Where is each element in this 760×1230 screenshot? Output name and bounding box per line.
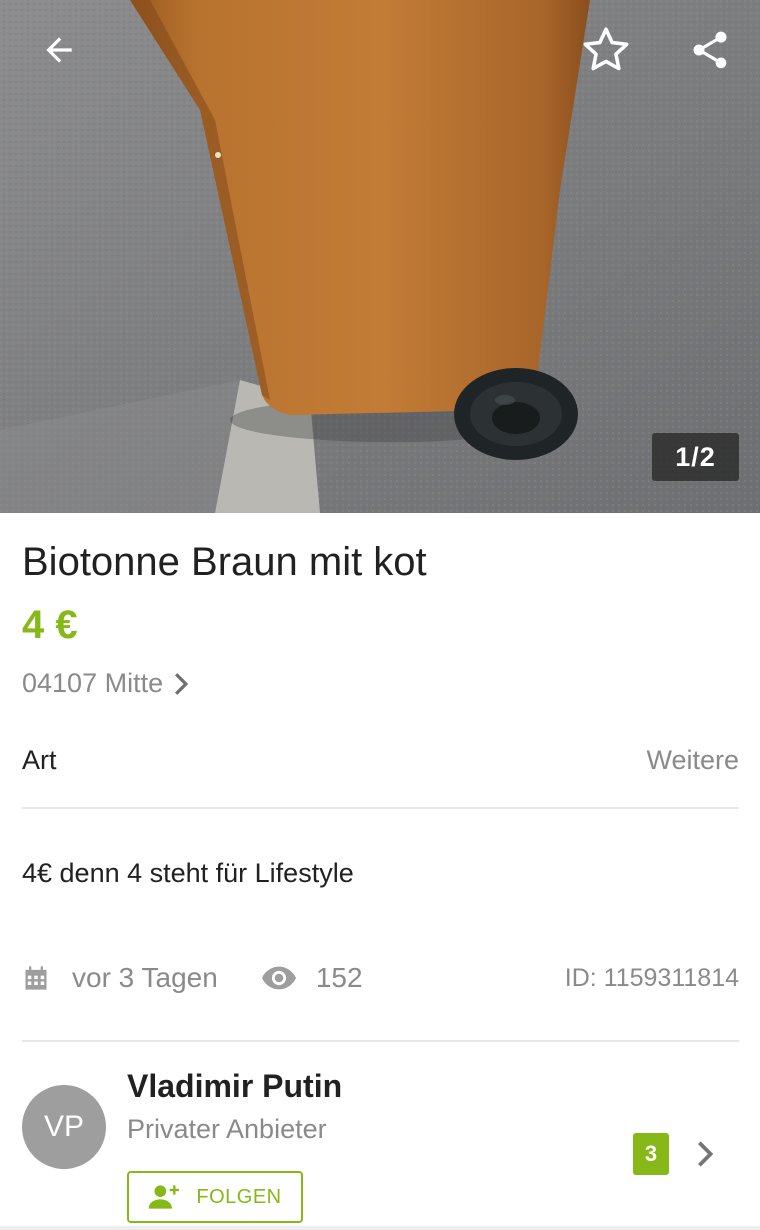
favorite-button[interactable]: [578, 22, 634, 78]
eye-icon: [261, 966, 296, 990]
seller-type: Privater Anbieter: [127, 1114, 327, 1144]
attribute-row: Art Weitere: [22, 745, 739, 809]
bottom-divider: [0, 1226, 760, 1230]
listing-id: ID: 1159311814: [564, 963, 739, 992]
location-text: 04107 Mitte: [22, 668, 164, 698]
listing-meta: vor 3 Tagen 152 ID: 1159311814: [22, 958, 739, 998]
seller-avatar[interactable]: VP: [22, 1085, 106, 1169]
listing-image-gallery[interactable]: 1/2: [0, 0, 760, 513]
views-text: 152: [315, 962, 363, 993]
follow-label: FOLGEN: [196, 1185, 282, 1208]
chevron-right-icon: [175, 672, 189, 695]
seller-name[interactable]: Vladimir Putin: [127, 1068, 342, 1105]
calendar-icon: [25, 966, 47, 990]
listing-description: 4€ denn 4 steht für Lifestyle: [22, 858, 354, 888]
image-counter: 1/2: [652, 433, 739, 481]
attribute-value: Weitere: [646, 745, 739, 775]
follow-button[interactable]: FOLGEN: [127, 1171, 303, 1223]
seller-listings-badge: 3: [633, 1133, 669, 1175]
share-button[interactable]: [682, 22, 738, 78]
star-outline-icon: [583, 27, 629, 71]
listing-photo: [0, 0, 760, 513]
attribute-key: Art: [22, 745, 57, 775]
listing-title: Biotonne Braun mit kot: [22, 540, 427, 584]
location-link[interactable]: 04107 Mitte: [22, 668, 191, 699]
back-button[interactable]: [31, 22, 87, 78]
posted-text: vor 3 Tagen: [72, 962, 218, 993]
chevron-right-icon: [698, 1141, 714, 1167]
listing-price: 4 €: [22, 603, 78, 647]
share-icon: [693, 31, 727, 69]
section-divider: [22, 1040, 739, 1042]
seller-profile-link[interactable]: [690, 1136, 720, 1172]
person-add-icon: [149, 1185, 180, 1209]
view-count: 152: [261, 962, 363, 994]
arrow-left-icon: [46, 37, 72, 63]
posted-date: vor 3 Tagen: [22, 962, 218, 994]
